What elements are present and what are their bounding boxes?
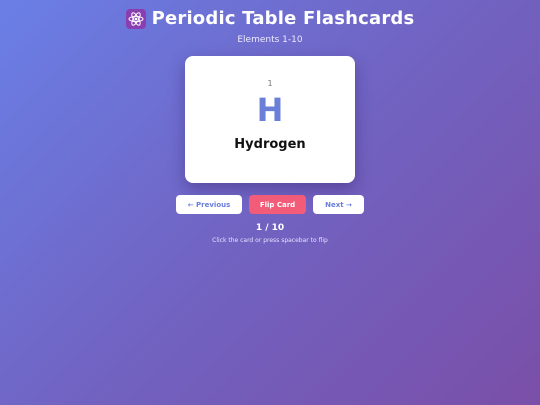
title-row: Periodic Table Flashcards (0, 8, 540, 29)
next-button[interactable]: Next → (313, 195, 364, 214)
element-name: Hydrogen (234, 137, 306, 152)
card-counter: 1 / 10 (255, 223, 285, 233)
atom-icon (125, 8, 146, 29)
flip-card-button[interactable]: Flip Card (249, 195, 306, 214)
page-title: Periodic Table Flashcards (151, 8, 415, 29)
page-subtitle: Elements 1-10 (237, 35, 303, 45)
flip-hint: Click the card or press spacebar to flip (212, 237, 328, 244)
card-controls: ← Previous Flip Card Next → (0, 195, 540, 214)
app-header: Periodic Table Flashcards Elements 1-10 (0, 8, 540, 45)
previous-button[interactable]: ← Previous (176, 195, 242, 214)
element-symbol: H (256, 91, 284, 129)
flashcard[interactable]: 1 H Hydrogen (185, 56, 355, 183)
atomic-number: 1 (267, 79, 273, 88)
